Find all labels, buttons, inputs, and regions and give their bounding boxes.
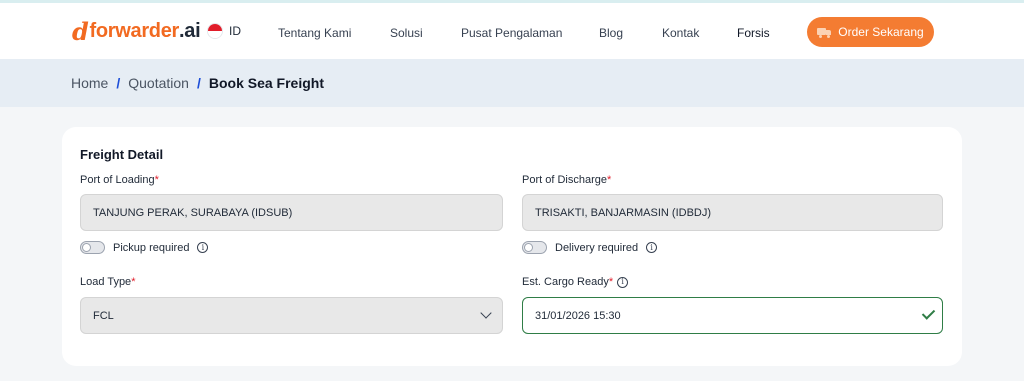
cargo-ready-label-text: Est. Cargo Ready: [522, 276, 609, 288]
breadcrumb-home[interactable]: Home: [71, 75, 108, 91]
pickup-required-row: Pickup required i: [80, 241, 209, 254]
cargo-ready-label: Est. Cargo Ready * i: [522, 276, 629, 288]
nav-item-blog[interactable]: Blog: [599, 26, 623, 40]
language-code: ID: [229, 24, 241, 38]
chevron-down-icon: [480, 307, 492, 319]
order-now-button[interactable]: Order Sekarang: [807, 17, 934, 47]
language-switcher[interactable]: ID: [207, 23, 241, 39]
load-type-select[interactable]: FCL: [80, 297, 503, 334]
freight-detail-card: Freight Detail Port of Loading* TANJUNG …: [62, 127, 962, 366]
port-of-loading-field[interactable]: TANJUNG PERAK, SURABAYA (IDSUB): [80, 194, 503, 231]
port-of-discharge-value: TRISAKTI, BANJARMASIN (IDBDJ): [535, 206, 712, 219]
required-marker: *: [131, 276, 136, 288]
info-icon[interactable]: i: [617, 276, 629, 288]
breadcrumb-current: Book Sea Freight: [208, 75, 324, 91]
check-icon: [921, 306, 936, 320]
port-of-loading-label: Port of Loading*: [80, 174, 159, 186]
nav-item-kontak[interactable]: Kontak: [662, 26, 699, 40]
indonesia-flag-icon: [207, 23, 223, 39]
port-of-loading-value: TANJUNG PERAK, SURABAYA (IDSUB): [93, 206, 293, 219]
info-icon[interactable]: i: [646, 242, 658, 253]
navbar: d forwarder .ai ID Tentang Kami Solusi P…: [0, 3, 1024, 59]
cargo-ready-value: 31/01/2026 15:30: [535, 309, 621, 322]
port-of-discharge-label-text: Port of Discharge: [522, 174, 607, 186]
port-of-discharge-field[interactable]: TRISAKTI, BANJARMASIN (IDBDJ): [522, 194, 943, 231]
required-marker: *: [606, 174, 612, 186]
required-marker: *: [154, 174, 159, 186]
nav-item-pusat-pengalaman[interactable]: Pusat Pengalaman: [461, 26, 562, 40]
section-title: Freight Detail: [80, 147, 164, 162]
breadcrumb: Home / Quotation / Book Sea Freight: [0, 59, 1024, 107]
delivery-required-toggle[interactable]: [522, 241, 547, 254]
cargo-ready-datetime-input[interactable]: 31/01/2026 15:30: [522, 297, 943, 334]
breadcrumb-separator: /: [196, 75, 201, 91]
load-type-value: FCL: [93, 309, 114, 322]
required-marker: *: [608, 276, 614, 288]
info-icon[interactable]: i: [197, 242, 209, 253]
nav-item-solusi[interactable]: Solusi: [390, 26, 423, 40]
delivery-required-label: Delivery required: [555, 241, 639, 254]
load-type-label-text: Load Type: [80, 276, 132, 288]
brand-logo[interactable]: d forwarder .ai: [72, 16, 201, 46]
port-of-discharge-label: Port of Discharge*: [522, 174, 611, 186]
pickup-required-label: Pickup required: [113, 241, 190, 254]
truck-icon: [817, 27, 832, 38]
nav-item-tentang-kami[interactable]: Tentang Kami: [278, 26, 351, 40]
breadcrumb-quotation[interactable]: Quotation: [128, 75, 189, 91]
port-of-loading-label-text: Port of Loading: [80, 174, 155, 186]
load-type-label: Load Type*: [80, 276, 135, 288]
delivery-required-row: Delivery required i: [522, 241, 658, 254]
order-now-label: Order Sekarang: [838, 25, 924, 39]
pickup-required-toggle[interactable]: [80, 241, 105, 254]
logo-tld: .ai: [179, 19, 201, 42]
nav-item-forsis[interactable]: Forsis: [737, 26, 770, 40]
logo-mark: d: [72, 16, 89, 46]
breadcrumb-separator: /: [116, 75, 121, 91]
logo-text: forwarder: [89, 19, 180, 42]
